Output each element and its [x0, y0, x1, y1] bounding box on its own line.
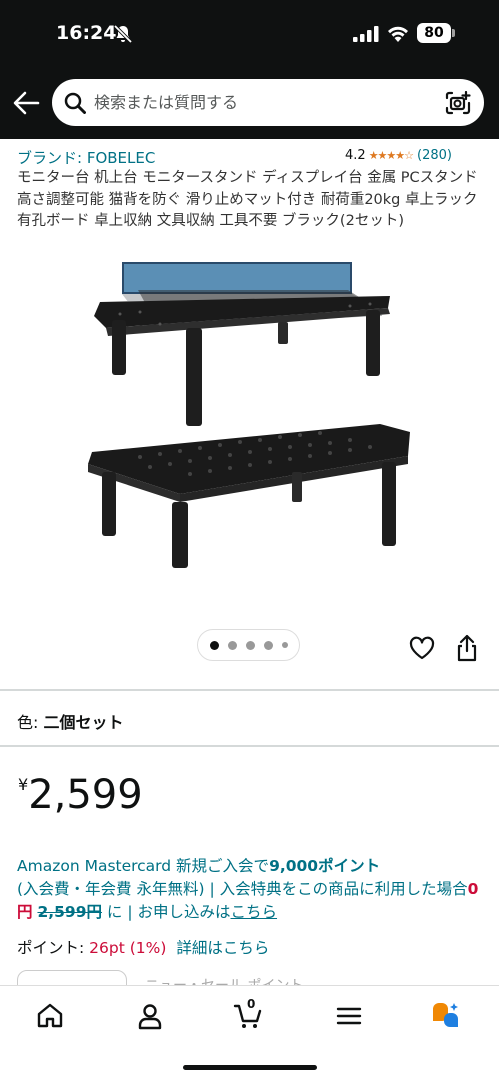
camera-search-icon[interactable]: [445, 91, 471, 115]
carousel-dot-2[interactable]: [227, 640, 237, 650]
heart-icon[interactable]: [409, 636, 435, 660]
carousel-dot-1[interactable]: [209, 640, 219, 650]
carousel-dot-5[interactable]: [281, 642, 288, 648]
product-title: モニター台 机上台 モニタースタンド ディスプレイ台 金属 PCスタンド 高さ調…: [17, 170, 478, 229]
app-header: 16:24 80: [0, 0, 499, 139]
battery-tip: [452, 29, 455, 37]
signal-icon: [353, 26, 379, 42]
promo-original-price: 2,599円: [37, 903, 102, 921]
image-carousel-indicator[interactable]: [197, 629, 300, 661]
variation-selector[interactable]: 色: 二個セット: [17, 709, 124, 733]
rufus-assistant-icon[interactable]: [430, 1001, 460, 1031]
price-currency: ¥: [18, 775, 29, 794]
divider: [0, 745, 499, 747]
points-details-link[interactable]: 詳細はこちら: [176, 939, 269, 957]
rating-count[interactable]: (280): [417, 148, 452, 163]
menu-icon[interactable]: [334, 1001, 364, 1031]
points-row: ポイント: 26pt (1%) 詳細はこちら: [17, 936, 269, 958]
rating-summary[interactable]: 4.2 ★★★★☆ (280): [345, 148, 452, 163]
variation-label: 色:: [17, 713, 44, 732]
account-icon[interactable]: [135, 1001, 165, 1031]
search-icon: [64, 92, 86, 114]
share-icon[interactable]: [456, 634, 478, 662]
points-label: ポイント:: [17, 939, 90, 957]
cart-count: 0: [247, 997, 256, 1011]
mastercard-promo[interactable]: Amazon Mastercard 新規ご入会で9,000ポイント (入会費・年…: [17, 855, 489, 924]
brand-link[interactable]: ブランド: FOBELEC: [17, 147, 155, 168]
points-value: 26pt: [89, 939, 125, 957]
promo-link[interactable]: こちら: [231, 903, 278, 921]
points-percent: (1%): [129, 939, 167, 957]
star-rating-icon: ★★★★☆: [368, 149, 414, 162]
price: ¥2,599: [18, 772, 143, 818]
bell-muted-icon: [113, 24, 133, 44]
product-image[interactable]: [80, 262, 420, 572]
search-input[interactable]: [94, 87, 434, 118]
price-amount: 2,599: [28, 772, 143, 818]
promo-detail: (入会費・年会費 永年無料) | 入会特典をこの商品に利用した場合: [17, 880, 468, 898]
promo-text: Amazon Mastercard 新規ご入会で: [17, 857, 270, 875]
home-indicator: [183, 1065, 317, 1070]
promo-points: 9,000ポイント: [269, 857, 381, 875]
rating-value: 4.2: [345, 148, 366, 163]
back-arrow-icon[interactable]: [12, 90, 40, 116]
battery-indicator: 80: [417, 23, 451, 43]
home-icon[interactable]: [35, 1001, 65, 1031]
status-bar: 16:24 80: [0, 0, 499, 68]
promo-suffix: に | お申し込みは: [101, 903, 231, 921]
carousel-dot-3[interactable]: [245, 640, 255, 650]
status-time: 16:24: [56, 22, 117, 44]
variation-value: 二個セット: [43, 713, 124, 732]
search-bar[interactable]: [52, 79, 484, 126]
divider: [0, 689, 499, 691]
wifi-icon: [388, 26, 408, 42]
carousel-dot-4[interactable]: [263, 640, 273, 650]
